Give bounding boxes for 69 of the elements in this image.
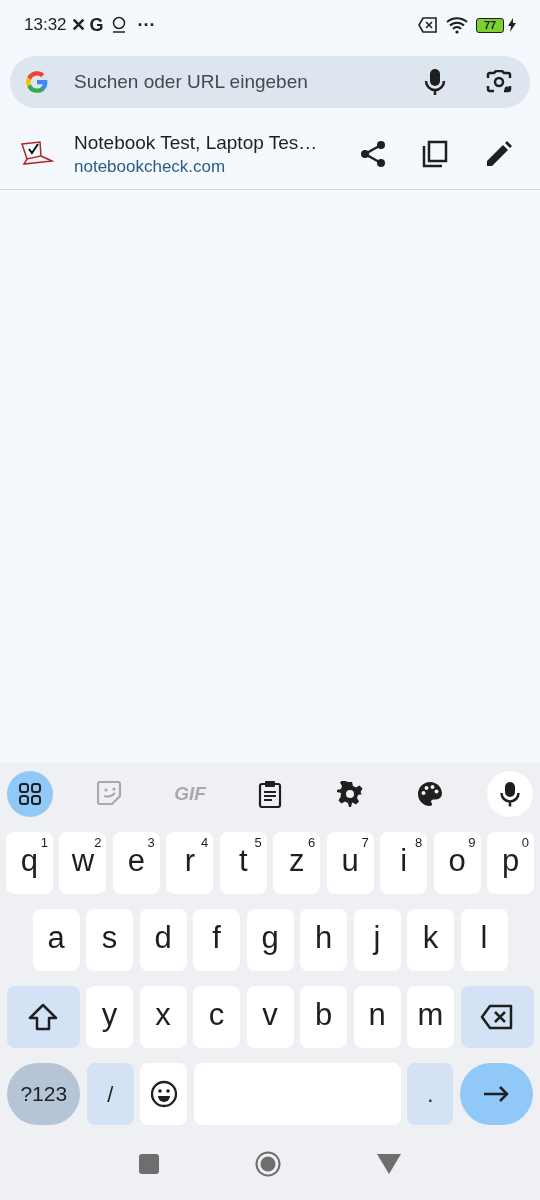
home-button[interactable] <box>255 1150 281 1177</box>
copy-icon[interactable] <box>422 139 448 168</box>
microphone-icon <box>500 781 520 807</box>
battery-indicator: 77 <box>476 17 504 33</box>
slash-key[interactable]: / <box>86 1063 134 1125</box>
overflow-dots: ··· <box>137 13 156 37</box>
letter-key[interactable]: g <box>246 909 294 971</box>
notification-icon: ✕ <box>70 11 86 39</box>
number-hint: 3 <box>147 835 155 850</box>
letter-key[interactable]: v <box>246 986 294 1048</box>
microphone-icon[interactable] <box>424 68 446 96</box>
voice-input-button[interactable] <box>487 771 533 817</box>
letter-key[interactable]: s <box>86 909 133 971</box>
apps-icon <box>19 783 41 805</box>
suggestion-title[interactable]: Notebook Test, Laptop Tes… <box>74 129 346 156</box>
letter-key[interactable]: m <box>407 986 454 1048</box>
palette-icon <box>417 781 443 807</box>
shift-key[interactable] <box>6 986 80 1048</box>
number-hint: 2 <box>94 835 102 850</box>
number-hint: 7 <box>361 835 369 850</box>
laptop-check-icon <box>20 140 54 167</box>
recents-button[interactable] <box>139 1153 159 1174</box>
letter-key[interactable]: b <box>300 986 347 1048</box>
settings-icon <box>337 781 363 807</box>
letter-key[interactable]: y <box>86 986 133 1048</box>
smiley-icon <box>149 1080 178 1108</box>
letter-key[interactable]: f <box>193 909 240 971</box>
symbols-key[interactable]: ?123 <box>7 1063 81 1125</box>
period-key[interactable]: . <box>407 1063 454 1125</box>
number-hint: 6 <box>307 835 316 850</box>
number-hint: 5 <box>254 835 262 850</box>
number-hint: 9 <box>468 835 476 850</box>
number-hint: 4 <box>201 835 209 850</box>
emoji-key[interactable] <box>140 1063 188 1125</box>
letter-key[interactable]: a <box>32 909 80 971</box>
letter-key[interactable]: x <box>139 986 187 1048</box>
letter-key[interactable]: k <box>407 909 454 971</box>
edit-icon[interactable] <box>486 140 512 167</box>
clock: 13:32 <box>24 14 67 37</box>
letter-key[interactable]: t 5 <box>219 832 267 894</box>
letter-key[interactable]: l <box>460 909 508 971</box>
backspace-icon <box>480 1004 514 1030</box>
charging-icon <box>508 18 516 32</box>
letter-key[interactable]: n <box>353 986 401 1048</box>
letter-key[interactable]: c <box>193 986 240 1048</box>
number-hint: 8 <box>414 835 423 850</box>
clipboard-icon <box>258 780 282 808</box>
camera-search-icon[interactable] <box>486 70 512 94</box>
arrow-right-icon <box>483 1086 510 1102</box>
backspace-key[interactable] <box>460 986 534 1048</box>
number-hint: 1 <box>40 835 48 850</box>
back-button[interactable] <box>377 1153 401 1174</box>
wifi-icon <box>446 16 468 34</box>
google-logo-icon <box>24 69 50 95</box>
apps-button[interactable] <box>7 771 53 817</box>
letter-key[interactable]: d <box>139 909 187 971</box>
letter-key[interactable]: j <box>353 909 401 971</box>
share-icon[interactable] <box>360 139 386 168</box>
no-sim-icon <box>418 17 438 33</box>
letter-key[interactable]: h <box>300 909 347 971</box>
sticker-icon <box>97 781 123 807</box>
search-field[interactable]: Suchen oder URL eingeben <box>74 67 424 97</box>
letter-key[interactable]: i 8 <box>380 832 428 894</box>
lightbulb-icon <box>111 16 126 34</box>
address-bar[interactable]: Suchen oder URL eingeben <box>10 56 530 108</box>
suggestion-url[interactable]: notebookcheck.com <box>74 155 346 178</box>
notification-icon: G <box>89 11 104 39</box>
number-hint: 0 <box>521 835 529 850</box>
shift-icon <box>28 1003 58 1031</box>
